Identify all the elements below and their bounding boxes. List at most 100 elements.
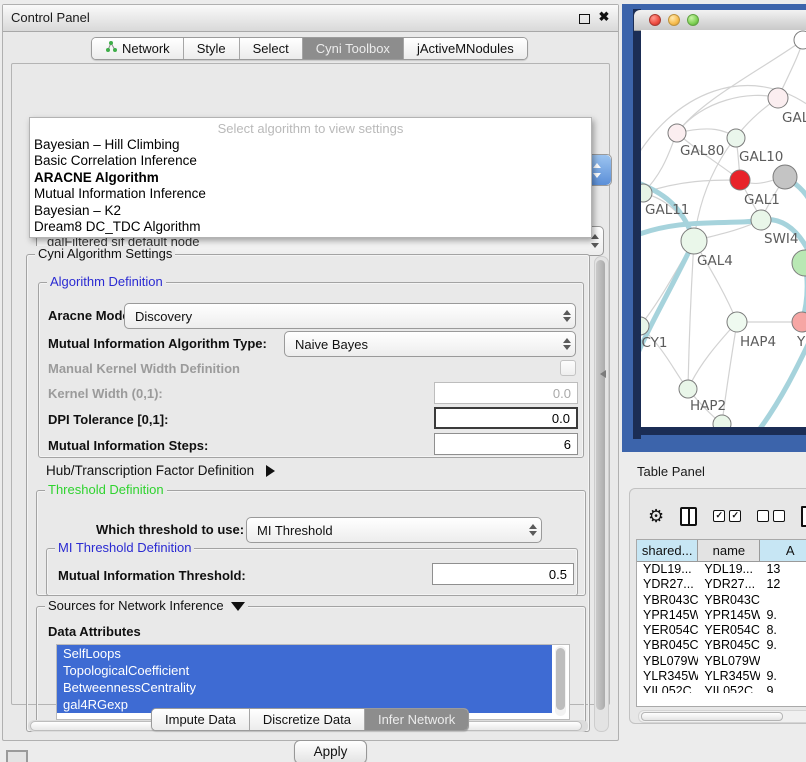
network-node-hap2[interactable] (679, 380, 697, 398)
sources-legend[interactable]: Sources for Network Inference (45, 598, 248, 613)
mi-threshold-input[interactable] (432, 563, 574, 585)
mi-threshold-definition-legend: MI Threshold Definition (55, 540, 194, 555)
algorithm-option[interactable]: Basic Correlation Inference (30, 153, 591, 169)
column-header[interactable]: name (698, 540, 760, 561)
table-row[interactable]: YDL19...YDL19...13 (637, 562, 806, 577)
network-node-hap4[interactable] (727, 312, 747, 332)
network-node-y[interactable] (792, 312, 806, 332)
gear-icon[interactable]: ⚙ (648, 507, 664, 525)
algorithm-option[interactable]: Bayesian – Hill Climbing (30, 137, 591, 153)
table-toolbar: ⚙ ✓✓ (636, 499, 806, 533)
minimize-traffic-light-icon[interactable] (668, 14, 680, 26)
algorithm-dropdown-popup: Select algorithm to view settings Bayesi… (29, 117, 592, 238)
mi-algorithm-type-combo[interactable]: Naive Bayes (284, 331, 576, 357)
table-cell: 12 (760, 577, 806, 592)
table-horizontal-scrollbar[interactable] (638, 710, 806, 723)
aracne-mode-combo[interactable]: Discovery (124, 303, 576, 329)
float-window-icon[interactable] (579, 14, 590, 24)
page-icon[interactable] (801, 506, 806, 527)
algorithm-option[interactable]: ARACNE Algorithm (30, 170, 591, 186)
attribute-item[interactable]: SelfLoops (57, 645, 552, 662)
column-header[interactable]: A (760, 540, 806, 561)
table-row[interactable]: YIL052CYIL052C9 (637, 684, 806, 693)
column-header[interactable]: shared... (637, 540, 698, 561)
algorithm-list: Bayesian – Hill ClimbingBasic Correlatio… (30, 137, 591, 235)
network-node-swi4[interactable] (751, 210, 771, 230)
network-node[interactable] (794, 31, 806, 49)
tab-jactivemnodules[interactable]: jActiveMNodules (404, 38, 527, 59)
table-row[interactable]: YER054CYER054C8. (637, 623, 806, 638)
hub-definition-toggle[interactable]: Hub/Transcription Factor Definition (46, 463, 275, 478)
network-node[interactable] (713, 415, 731, 427)
combo-stepper-icon (525, 518, 541, 542)
table-cell: YPR145W (698, 608, 760, 623)
apply-button[interactable]: Apply (294, 740, 367, 762)
tab-label: Style (197, 38, 226, 59)
network-node[interactable] (773, 165, 797, 189)
network-frame-shadow (633, 9, 641, 439)
network-node[interactable] (792, 250, 806, 276)
table-row[interactable]: YBL079WYBL079W (637, 654, 806, 669)
table-row[interactable]: YPR145WYPR145W9. (637, 608, 806, 623)
table-row[interactable]: YLR345WYLR345W9. (637, 669, 806, 684)
manual-kernel-width-checkbox[interactable] (560, 360, 576, 376)
zoom-traffic-light-icon[interactable] (687, 14, 699, 26)
tab-infer-network[interactable]: Infer Network (365, 709, 468, 730)
tab-network[interactable]: Network (92, 38, 184, 59)
network-node-gal1[interactable] (730, 170, 750, 190)
control-panel-titlebar[interactable]: Control Panel ✖ (3, 5, 618, 32)
collapse-arrow-icon (231, 602, 245, 611)
network-node-gal80[interactable] (668, 124, 686, 142)
table-cell: YER054C (637, 623, 698, 638)
table-row[interactable]: YDR27...YDR27...12 (637, 577, 806, 592)
aracne-mode-label: Aracne Mode: (48, 308, 134, 323)
settings-vertical-scrollbar[interactable] (594, 256, 609, 732)
network-window-titlebar[interactable] (634, 10, 806, 31)
mi-algorithm-type-label: Mutual Information Algorithm Type: (48, 336, 267, 351)
node-label: GAL (782, 110, 806, 126)
manual-kernel-width-label: Manual Kernel Width Definition (48, 361, 240, 376)
algorithm-option[interactable]: Bayesian – K2 (30, 203, 591, 219)
which-threshold-combo[interactable]: MI Threshold (246, 517, 542, 543)
algorithm-option[interactable]: Mutual Information Inference (30, 186, 591, 202)
split-columns-icon[interactable] (680, 507, 697, 526)
popup-placeholder: Select algorithm to view settings (30, 118, 591, 136)
node-label: GAL10 (739, 149, 783, 165)
settings-legend: Cyni Algorithm Settings (35, 246, 175, 261)
expand-arrow-icon (266, 465, 275, 477)
table-row[interactable]: YBR043CYBR043C (637, 593, 806, 608)
attributes-scrollbar[interactable] (555, 646, 566, 716)
algorithm-option[interactable]: Dream8 DC_TDC Algorithm (30, 219, 591, 235)
mi-steps-input[interactable] (434, 433, 578, 455)
tab-style[interactable]: Style (184, 38, 240, 59)
close-icon[interactable]: ✖ (598, 11, 610, 23)
splitter-collapse-icon[interactable] (600, 370, 606, 378)
minimized-panel-icon[interactable] (6, 750, 28, 762)
table-cell: YPR145W (637, 608, 698, 623)
tab-discretize-data[interactable]: Discretize Data (250, 709, 365, 730)
network-node-gal[interactable] (768, 88, 788, 108)
select-all-checked-icon[interactable]: ✓✓ (713, 510, 741, 522)
tab-cyni-toolbox[interactable]: Cyni Toolbox (303, 38, 404, 59)
table-header-row: shared...nameA (637, 540, 806, 562)
algorithm-definition-legend: Algorithm Definition (47, 274, 166, 289)
node-label: GAL11 (645, 202, 689, 218)
table-cell: YDL19... (637, 562, 698, 577)
close-traffic-light-icon[interactable] (649, 14, 661, 26)
attribute-item[interactable]: BetweennessCentrality (57, 679, 552, 696)
tab-select[interactable]: Select (240, 38, 303, 59)
attribute-item[interactable]: TopologicalCoefficient (57, 662, 552, 679)
kernel-width-input[interactable] (434, 382, 578, 404)
network-node-gal10[interactable] (727, 129, 745, 147)
dpi-tolerance-input[interactable] (434, 407, 578, 429)
deselect-all-icon[interactable] (757, 510, 785, 522)
tab-impute-data[interactable]: Impute Data (152, 709, 250, 730)
table-row[interactable]: YBR045CYBR045C9. (637, 638, 806, 653)
network-edge (688, 322, 737, 389)
table-cell: YBR045C (698, 638, 760, 653)
network-node-gal4[interactable] (681, 228, 707, 254)
table-body: YDL19...YDL19...13YDR27...YDR27...12YBR0… (637, 562, 806, 693)
table-cell: YLR345W (698, 669, 760, 684)
network-canvas[interactable]: GALGAL80GAL10GAL1GAL11SWI4GAL4HAP4YGCY1H… (641, 30, 806, 427)
table-cell (760, 654, 806, 669)
